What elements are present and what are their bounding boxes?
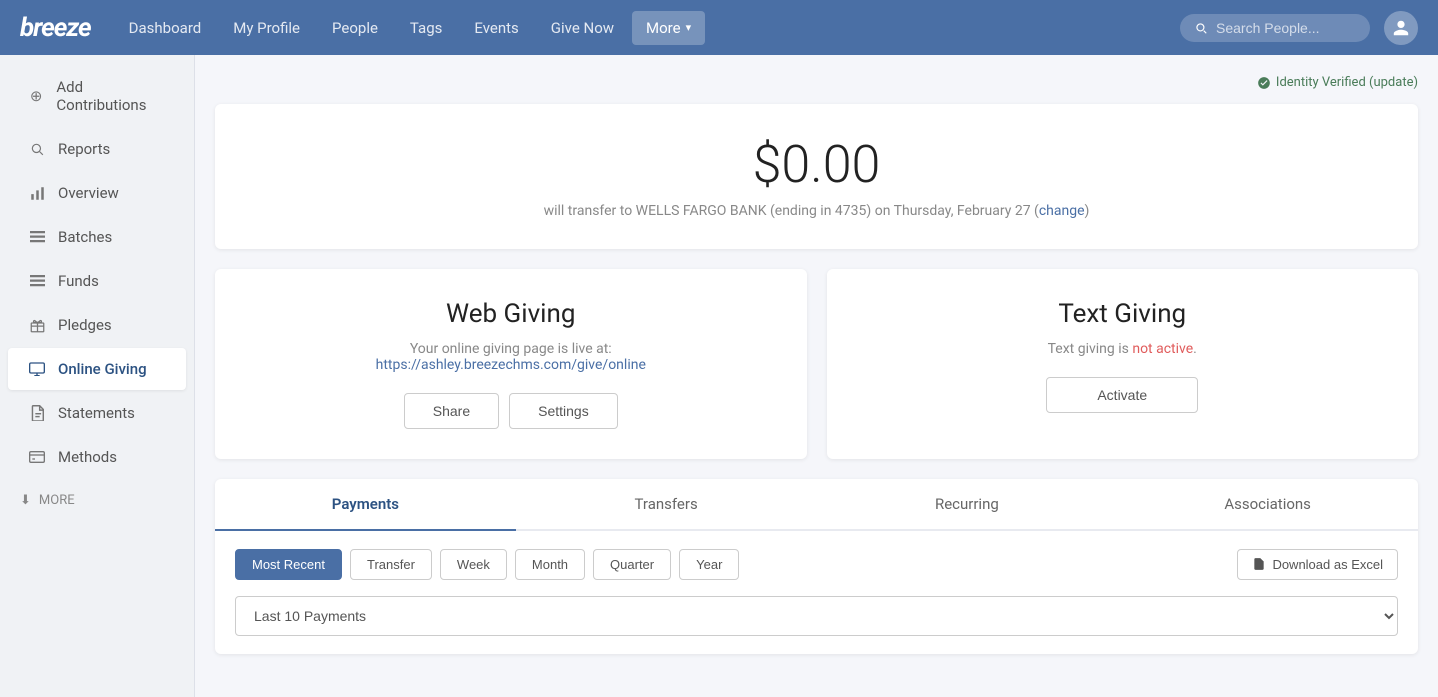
tab-recurring[interactable]: Recurring — [817, 479, 1118, 531]
nav-give-now[interactable]: Give Now — [537, 11, 628, 45]
web-giving-buttons: Share Settings — [235, 393, 787, 429]
nav-dashboard[interactable]: Dashboard — [115, 11, 216, 45]
check-circle-icon — [1257, 76, 1271, 90]
tabs-body: Most Recent Transfer Week Month Quarter … — [215, 531, 1418, 654]
filter-year[interactable]: Year — [679, 549, 739, 580]
sidebar-item-pledges[interactable]: Pledges — [8, 304, 186, 346]
plus-circle-icon: ⊕ — [28, 87, 44, 105]
navbar: breeze Dashboard My Profile People Tags … — [0, 0, 1438, 55]
document-icon — [28, 404, 46, 422]
tabs-header: Payments Transfers Recurring Association… — [215, 479, 1418, 531]
search-icon — [1194, 21, 1208, 35]
sidebar-item-methods[interactable]: Methods — [8, 436, 186, 478]
giving-row: Web Giving Your online giving page is li… — [215, 269, 1418, 459]
filter-month[interactable]: Month — [515, 549, 585, 580]
credit-card-icon — [28, 448, 46, 466]
nav-my-profile[interactable]: My Profile — [219, 11, 314, 45]
nav-tags[interactable]: Tags — [396, 11, 456, 45]
main-content: Identity Verified (update) $0.00 will tr… — [195, 55, 1438, 697]
share-button[interactable]: Share — [404, 393, 499, 429]
search-box[interactable] — [1180, 14, 1370, 42]
web-giving-title: Web Giving — [235, 299, 787, 329]
balance-amount: $0.00 — [235, 134, 1398, 195]
filter-transfer[interactable]: Transfer — [350, 549, 432, 580]
tabs-card: Payments Transfers Recurring Association… — [215, 479, 1418, 654]
text-giving-title: Text Giving — [847, 299, 1399, 329]
funds-icon — [28, 272, 46, 290]
tab-associations[interactable]: Associations — [1117, 479, 1418, 531]
balance-card: $0.00 will transfer to WELLS FARGO BANK … — [215, 104, 1418, 249]
sidebar-more[interactable]: ⬇ MORE — [0, 483, 194, 518]
identity-bar: Identity Verified (update) — [215, 75, 1418, 94]
chevron-down-icon: ⬇ — [20, 493, 31, 508]
sidebar-item-reports[interactable]: Reports — [8, 128, 186, 170]
search-icon — [28, 140, 46, 158]
web-giving-url[interactable]: https://ashley.breezechms.com/give/onlin… — [376, 357, 646, 373]
chart-icon — [28, 184, 46, 202]
settings-button[interactable]: Settings — [509, 393, 618, 429]
nav-events[interactable]: Events — [460, 11, 532, 45]
text-giving-buttons: Activate — [847, 377, 1399, 413]
logo: breeze — [20, 13, 91, 43]
change-link[interactable]: change — [1039, 203, 1085, 219]
sidebar-item-add-contributions[interactable]: ⊕ Add Contributions — [8, 66, 186, 126]
sidebar-item-batches[interactable]: Batches — [8, 216, 186, 258]
payments-select[interactable]: Last 10 Payments — [235, 596, 1398, 636]
text-giving-description: Text giving is not active. — [847, 341, 1399, 357]
layout: ⊕ Add Contributions Reports Overview — [0, 55, 1438, 697]
activate-button[interactable]: Activate — [1046, 377, 1198, 413]
balance-description: will transfer to WELLS FARGO BANK (endin… — [235, 203, 1398, 219]
monitor-icon — [28, 360, 46, 378]
web-giving-card: Web Giving Your online giving page is li… — [215, 269, 807, 459]
avatar[interactable] — [1384, 11, 1418, 45]
batches-icon — [28, 228, 46, 246]
payments-dropdown-row: Last 10 Payments — [235, 596, 1398, 636]
filter-quarter[interactable]: Quarter — [593, 549, 671, 580]
filter-most-recent[interactable]: Most Recent — [235, 549, 342, 580]
text-giving-card: Text Giving Text giving is not active. A… — [827, 269, 1419, 459]
tab-transfers[interactable]: Transfers — [516, 479, 817, 531]
sidebar-item-statements[interactable]: Statements — [8, 392, 186, 434]
nav-people[interactable]: People — [318, 11, 392, 45]
nav-more[interactable]: More ▾ — [632, 11, 705, 45]
sidebar-item-funds[interactable]: Funds — [8, 260, 186, 302]
web-giving-description: Your online giving page is live at: http… — [235, 341, 787, 373]
sidebar-item-online-giving[interactable]: Online Giving — [8, 348, 186, 390]
excel-icon — [1252, 557, 1266, 571]
tab-payments[interactable]: Payments — [215, 479, 516, 531]
not-active-label: not active — [1132, 341, 1193, 357]
filter-week[interactable]: Week — [440, 549, 507, 580]
gift-icon — [28, 316, 46, 334]
filter-row: Most Recent Transfer Week Month Quarter … — [235, 549, 1398, 580]
search-input[interactable] — [1216, 20, 1356, 36]
excel-download-button[interactable]: Download as Excel — [1237, 549, 1398, 580]
sidebar: ⊕ Add Contributions Reports Overview — [0, 55, 195, 697]
caret-icon: ▾ — [686, 21, 692, 34]
sidebar-item-overview[interactable]: Overview — [8, 172, 186, 214]
